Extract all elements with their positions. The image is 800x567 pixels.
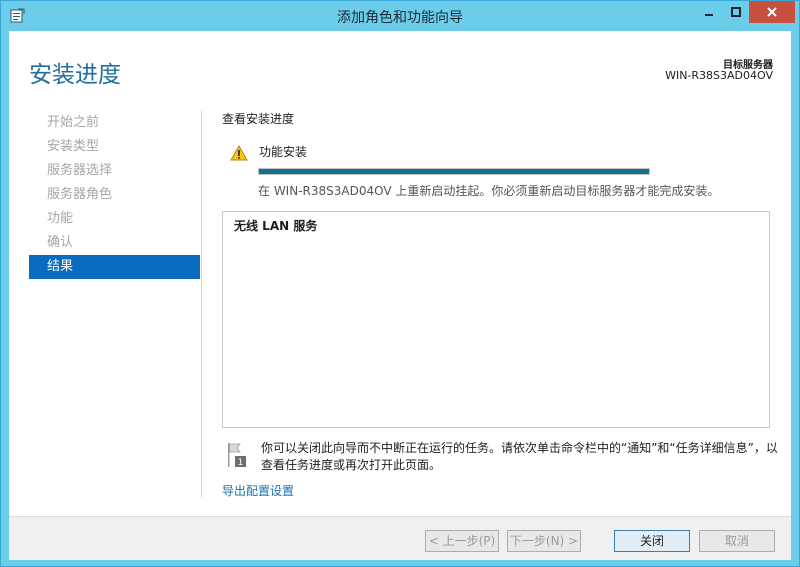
nav-item-server-selection: 服务器选择 [47,163,113,178]
page-title: 安装进度 [29,62,121,88]
notification-flag-icon: 1 [228,443,246,468]
title-bar[interactable]: 添加角色和功能向导 [1,1,799,31]
install-progress-bar [258,168,650,175]
progress-fill [259,169,649,174]
close-button[interactable]: 关闭 [614,530,690,552]
nav-divider [201,111,202,497]
maximize-icon [731,7,741,17]
target-server-value: WIN-R38S3AD04OV [665,69,773,82]
window-title: 添加角色和功能向导 [337,10,463,26]
nav-item-confirmation: 确认 [47,235,74,250]
wizard-content: 安装进度 目标服务器 WIN-R38S3AD04OV 开始之前 安装类型 服务器… [9,31,791,560]
results-list[interactable]: 无线 LAN 服务 [222,211,770,428]
wizard-window: 添加角色和功能向导 安装进度 目标服务器 WIN-R38S3AD04OV 开始之… [0,0,800,567]
close-wizard-info: 你可以关闭此向导而不中断正在运行的任务。请依次单击命令栏中的“通知”和“任务详细… [261,441,778,472]
svg-text:1: 1 [238,458,244,468]
close-window-button[interactable] [749,1,795,23]
section-title: 查看安装进度 [222,112,295,126]
wizard-nav: 开始之前 安装类型 服务器选择 服务器角色 功能 确认 结果 [29,111,200,279]
minimize-icon [705,14,713,16]
maximize-button[interactable] [723,1,749,23]
result-item-wireless-lan: 无线 LAN 服务 [234,219,318,233]
export-configuration-link[interactable]: 导出配置设置 [222,482,294,499]
previous-button[interactable]: < 上一步(P) [425,530,499,552]
nav-item-features: 功能 [47,211,74,226]
feature-install-label: 功能安装 [259,145,308,159]
nav-item-installation-type: 安装类型 [47,139,100,154]
restart-pending-message: 在 WIN-R38S3AD04OV 上重新启动挂起。你必须重新启动目标服务器才能… [258,184,720,198]
wizard-footer: < 上一步(P) 下一步(N) > 关闭 取消 [9,516,791,560]
close-icon [767,7,777,17]
nav-item-results[interactable]: 结果 [29,255,200,279]
cancel-button[interactable]: 取消 [699,530,775,552]
warning-icon [230,145,248,161]
nav-item-server-roles: 服务器角色 [47,187,113,202]
minimize-button[interactable] [695,1,723,23]
next-button[interactable]: 下一步(N) > [507,530,581,552]
nav-item-before-you-begin: 开始之前 [47,115,100,130]
